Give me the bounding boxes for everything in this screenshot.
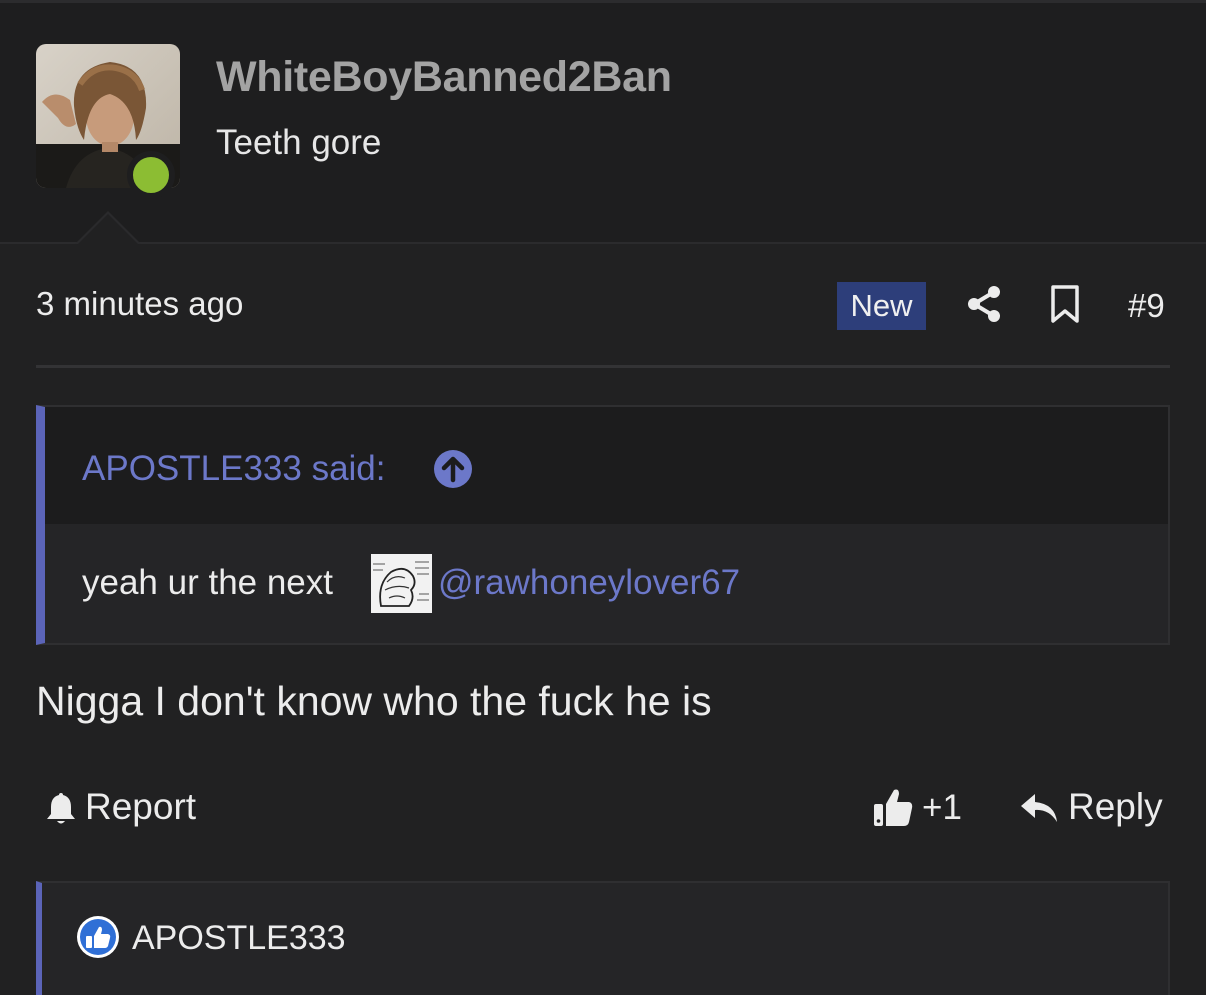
share-icon[interactable]	[964, 284, 1004, 324]
quote-block: APOSTLE333 said: yeah ur the next @rawho…	[36, 405, 1170, 645]
new-badge: New	[837, 282, 926, 330]
reaction-user-link[interactable]: APOSTLE333	[132, 919, 346, 958]
quote-author-link[interactable]: APOSTLE333 said:	[82, 449, 386, 489]
go-to-quoted-post-icon[interactable]	[433, 449, 473, 489]
quote-text: yeah ur the next	[82, 563, 333, 602]
post-number-link[interactable]: #9	[1128, 287, 1165, 325]
divider	[36, 365, 1170, 368]
bell-icon	[47, 793, 75, 824]
reply-arrow-icon	[1021, 794, 1057, 822]
username[interactable]: WhiteBoyBanned2Ban	[216, 53, 672, 102]
reply-label: Reply	[1068, 786, 1163, 827]
like-button[interactable]: +1	[872, 786, 972, 830]
reactions-bar[interactable]: APOSTLE333	[36, 881, 1170, 995]
like-count: +1	[922, 788, 962, 827]
avatar[interactable]	[36, 44, 180, 199]
brain-sketch-emoji	[371, 554, 432, 613]
quote-header: APOSTLE333 said:	[45, 407, 1168, 524]
post-timestamp[interactable]: 3 minutes ago	[36, 285, 243, 323]
online-status-indicator	[127, 151, 175, 199]
user-mention-link[interactable]: @rawhoneylover67	[438, 563, 740, 603]
post-page: WhiteBoyBanned2Ban Teeth gore 3 minutes …	[0, 0, 1206, 995]
user-title: Teeth gore	[216, 123, 382, 162]
report-label: Report	[85, 786, 197, 827]
user-header: WhiteBoyBanned2Ban Teeth gore	[0, 0, 1206, 244]
thumbs-up-icon	[874, 789, 913, 826]
like-reaction-icon	[77, 916, 119, 958]
post-body: Nigga I don't know who the fuck he is	[36, 678, 712, 724]
reply-button[interactable]: Reply	[1019, 786, 1169, 830]
bookmark-icon[interactable]	[1049, 284, 1081, 324]
